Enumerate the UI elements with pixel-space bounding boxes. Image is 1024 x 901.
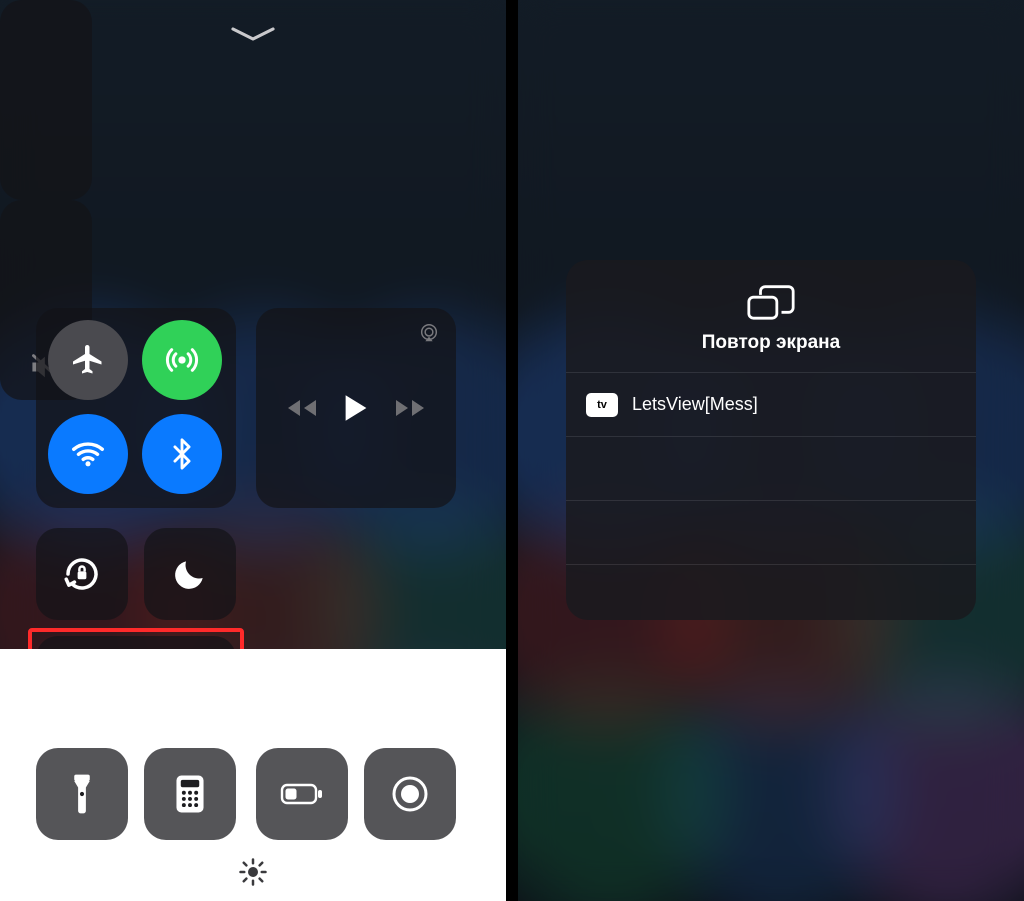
- low-power-mode-toggle[interactable]: [256, 748, 348, 840]
- device-row-empty: [566, 500, 976, 564]
- screen-mirroring-icon: [744, 282, 798, 324]
- dismiss-chevron[interactable]: [223, 24, 283, 44]
- airplane-mode-toggle[interactable]: [48, 320, 128, 400]
- media-controls-group: [256, 308, 456, 508]
- cellular-icon: [162, 340, 202, 380]
- device-row-empty: [566, 436, 976, 500]
- picker-title: Повтор экрана: [702, 332, 840, 354]
- device-name: LetsView[Mess]: [632, 394, 758, 415]
- cellular-data-toggle[interactable]: [142, 320, 222, 400]
- bluetooth-icon: [165, 437, 199, 471]
- record-icon: [390, 774, 430, 814]
- moon-icon: [171, 555, 209, 593]
- wifi-toggle[interactable]: [48, 414, 128, 494]
- play-button[interactable]: [342, 393, 370, 423]
- orientation-lock-toggle[interactable]: [36, 528, 128, 620]
- screen-record-button[interactable]: [364, 748, 456, 840]
- flashlight-button[interactable]: [36, 748, 128, 840]
- connectivity-group: [36, 308, 236, 508]
- calculator-button[interactable]: [144, 748, 236, 840]
- wifi-icon: [69, 435, 107, 473]
- device-row[interactable]: tv LetsView[Mess]: [566, 372, 976, 436]
- device-list: tv LetsView[Mess]: [566, 372, 976, 620]
- battery-icon: [279, 781, 325, 807]
- calculator-icon: [174, 773, 206, 815]
- device-row-empty: [566, 564, 976, 620]
- do-not-disturb-toggle[interactable]: [144, 528, 236, 620]
- brightness-slider[interactable]: [0, 0, 92, 200]
- apple-tv-icon: tv: [586, 393, 618, 417]
- next-track-button[interactable]: [393, 396, 427, 420]
- flashlight-icon: [70, 772, 94, 816]
- airplane-icon: [70, 342, 106, 378]
- orientation-lock-icon: [61, 553, 103, 595]
- previous-track-button[interactable]: [285, 396, 319, 420]
- screen-mirroring-picker: Повтор экрана tv LetsView[Mess]: [566, 260, 976, 620]
- bluetooth-toggle[interactable]: [142, 414, 222, 494]
- screen-mirroring-picker-screenshot: Повтор экрана tv LetsView[Mess]: [518, 0, 1024, 901]
- airplay-audio-icon[interactable]: [418, 322, 440, 344]
- control-center-screenshot: Повтор экрана: [0, 0, 506, 901]
